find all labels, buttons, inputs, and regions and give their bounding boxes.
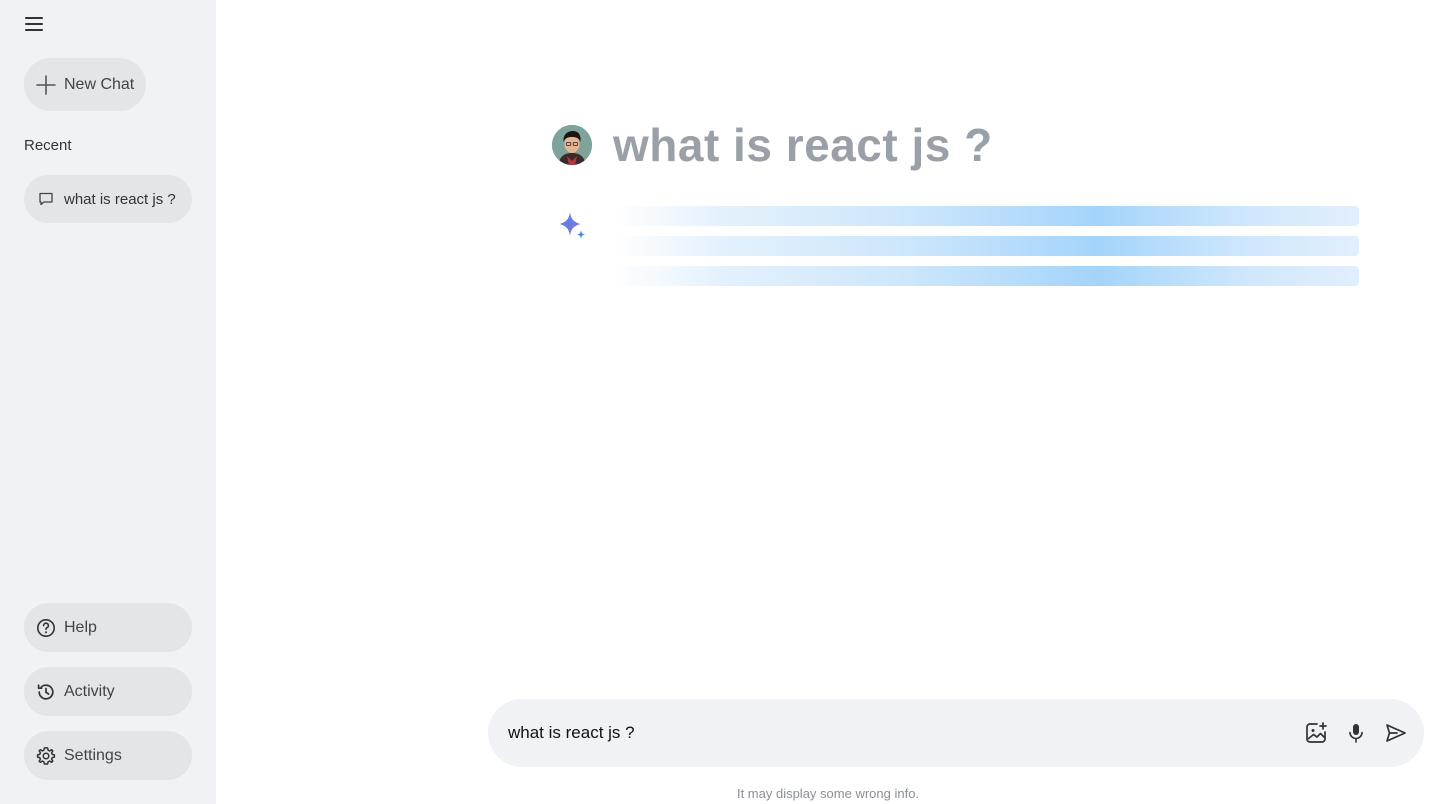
send-icon [1386, 724, 1406, 742]
plus-icon [36, 74, 56, 95]
question-row: what is react js ? [552, 118, 993, 172]
sidebar: New Chat Recent what is react js ? Help [0, 0, 216, 804]
history-icon [37, 683, 54, 700]
microphone-icon [1349, 724, 1363, 743]
settings-button[interactable]: Settings [24, 731, 192, 780]
help-button[interactable]: Help [24, 603, 192, 652]
help-label: Help [64, 618, 97, 636]
prompt-bar [488, 699, 1424, 767]
new-chat-button[interactable]: New Chat [24, 58, 146, 111]
image-add-icon [1306, 722, 1327, 743]
app-root: New Chat Recent what is react js ? Help [0, 0, 1440, 804]
menu-button[interactable] [22, 12, 46, 36]
loading-bar [612, 266, 1359, 286]
new-chat-label: New Chat [64, 75, 135, 93]
gear-icon [36, 746, 56, 765]
question-title: what is react js ? [613, 119, 993, 171]
loading-bar [612, 236, 1359, 256]
activity-button[interactable]: Activity [24, 667, 192, 716]
question-circle-icon [37, 618, 55, 637]
sparkle-icon [559, 212, 585, 239]
activity-label: Activity [64, 682, 115, 700]
avatar [552, 125, 592, 165]
settings-label: Settings [64, 746, 122, 764]
recent-item[interactable]: what is react js ? [24, 175, 192, 223]
send-button[interactable] [1382, 719, 1410, 747]
prompt-input[interactable] [508, 723, 1290, 743]
disclaimer-text: It may display some wrong info. [736, 786, 920, 801]
message-icon [39, 192, 53, 206]
hamburger-menu-icon [25, 17, 43, 31]
loading-bar [612, 206, 1359, 226]
upload-image-button[interactable] [1302, 719, 1330, 747]
user-avatar-image [552, 125, 592, 165]
main-area: what is react js ? what is react js ? It… [216, 0, 1440, 804]
recent-item-label: what is react js ? [64, 190, 176, 208]
recent-title: Recent [24, 137, 72, 154]
microphone-button[interactable] [1342, 719, 1370, 747]
